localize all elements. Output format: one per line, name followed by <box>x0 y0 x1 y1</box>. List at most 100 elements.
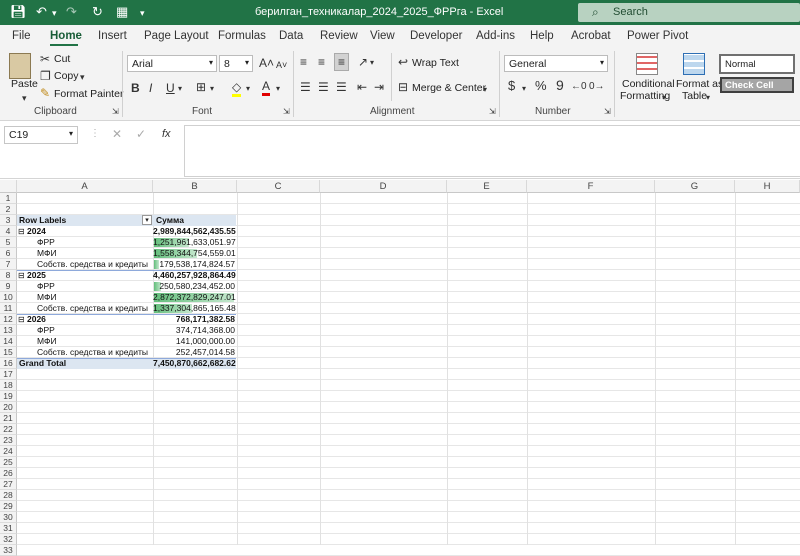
font-color-icon[interactable]: A <box>262 79 271 96</box>
quick-access-grid-icon[interactable]: ▦ <box>116 4 128 20</box>
row-header[interactable]: 14 <box>0 336 17 347</box>
merge-dropdown-icon[interactable]: ▾ <box>483 83 487 97</box>
align-center-icon[interactable]: ☰ <box>318 80 329 94</box>
row-header[interactable]: 2 <box>0 204 17 215</box>
tab-view[interactable]: View <box>370 30 395 42</box>
column-header-e[interactable]: E <box>447 180 527 193</box>
column-header-d[interactable]: D <box>320 180 447 193</box>
pivot-item-label[interactable]: ФРР <box>37 325 55 336</box>
fill-color-dropdown-icon[interactable]: ▾ <box>246 82 250 96</box>
row-header[interactable]: 4 <box>0 226 17 237</box>
row-header[interactable]: 3 <box>0 215 17 226</box>
copy-dropdown-icon[interactable]: ▾ <box>80 70 85 84</box>
pivot-item-label[interactable]: МФИ <box>37 336 57 347</box>
cancel-icon[interactable]: ✕ <box>112 127 122 141</box>
row-header[interactable]: 15 <box>0 347 17 358</box>
pivot-year-label[interactable]: 2024 <box>27 226 46 237</box>
underline-dropdown-icon[interactable]: ▾ <box>178 82 182 96</box>
column-header-f[interactable]: F <box>527 180 655 193</box>
tab-add-ins[interactable]: Add-ins <box>476 30 515 42</box>
redo-icon[interactable]: ↷ <box>66 4 77 20</box>
style-check-cell[interactable]: Check Cell <box>720 77 794 93</box>
underline-icon[interactable]: U <box>166 81 175 95</box>
tab-insert[interactable]: Insert <box>98 30 127 42</box>
pivot-item-label[interactable]: ФРР <box>37 237 55 248</box>
format-as-table-dropdown-icon[interactable]: ▾ <box>706 91 710 105</box>
tab-developer[interactable]: Developer <box>410 30 462 42</box>
row-header[interactable]: 33 <box>0 545 17 556</box>
cut-button[interactable]: Cut <box>54 53 70 65</box>
bottom-align-icon[interactable]: ≡ <box>334 53 350 71</box>
tab-power-pivot[interactable]: Power Pivot <box>627 30 688 42</box>
row-header[interactable]: 10 <box>0 292 17 303</box>
pivot-item-label[interactable]: ФРР <box>37 281 55 292</box>
font-launcher-icon[interactable]: ⇲ <box>283 105 290 119</box>
pivot-value[interactable]: 374,714,368.00 <box>153 325 235 336</box>
tab-formulas[interactable]: Formulas <box>218 30 266 42</box>
comma-style-icon[interactable]: 9 <box>556 78 564 92</box>
save-icon[interactable]: 💾︎ <box>10 4 27 20</box>
font-size-select[interactable]: 8 ▾ <box>219 55 253 72</box>
row-header[interactable]: 26 <box>0 468 17 479</box>
format-as-table-label-2[interactable]: Table <box>682 90 707 102</box>
decrease-decimal-icon[interactable]: 0→ <box>589 80 605 94</box>
middle-align-icon[interactable]: ≡ <box>318 55 325 69</box>
fill-color-icon[interactable]: ◇ <box>232 80 242 97</box>
row-header[interactable]: 20 <box>0 402 17 413</box>
row-header[interactable]: 19 <box>0 391 17 402</box>
decrease-indent-icon[interactable]: ⇤ <box>357 80 367 94</box>
merge-center-button[interactable]: Merge & Center <box>412 82 486 94</box>
align-left-icon[interactable]: ☰ <box>300 80 311 94</box>
increase-decimal-icon[interactable]: ←0 <box>571 80 587 94</box>
insert-function-icon[interactable]: fx <box>162 127 171 141</box>
conditional-formatting-icon[interactable] <box>636 53 658 75</box>
tab-data[interactable]: Data <box>279 30 303 42</box>
collapse-toggle-icon[interactable]: ⊟ <box>18 226 25 237</box>
row-header[interactable]: 27 <box>0 479 17 490</box>
font-color-dropdown-icon[interactable]: ▾ <box>276 82 280 96</box>
conditional-formatting-dropdown-icon[interactable]: ▾ <box>662 91 666 105</box>
pivot-value[interactable]: 768,171,382.58 <box>153 314 235 325</box>
row-header[interactable]: 5 <box>0 237 17 248</box>
style-normal[interactable]: Normal <box>719 54 795 74</box>
row-header[interactable]: 16 <box>0 358 17 369</box>
row-header[interactable]: 13 <box>0 325 17 336</box>
column-header-b[interactable]: B <box>153 180 237 193</box>
alignment-launcher-icon[interactable]: ⇲ <box>489 105 496 119</box>
pivot-year-label[interactable]: 2026 <box>27 314 46 325</box>
collapse-toggle-icon[interactable]: ⊟ <box>18 314 25 325</box>
tab-acrobat[interactable]: Acrobat <box>571 30 611 42</box>
row-header[interactable]: 1 <box>0 193 17 204</box>
row-header[interactable]: 12 <box>0 314 17 325</box>
tab-home[interactable]: Home <box>50 30 82 42</box>
pivot-value[interactable]: 252,457,014.58 <box>153 347 235 358</box>
collapse-toggle-icon[interactable]: ⊟ <box>18 270 25 281</box>
pivot-year-label[interactable]: 2025 <box>27 270 46 281</box>
pivot-value[interactable]: 1,337,304,865,165.48 <box>153 303 236 314</box>
number-format-select[interactable]: General ▾ <box>504 55 608 72</box>
format-painter-button[interactable]: Format Painter <box>54 88 123 100</box>
bold-icon[interactable]: B <box>131 81 140 95</box>
pivot-value[interactable]: 2,872,372,829,247.01 <box>153 292 236 303</box>
borders-dropdown-icon[interactable]: ▾ <box>210 82 214 96</box>
row-header[interactable]: 31 <box>0 523 17 534</box>
row-header[interactable]: 32 <box>0 534 17 545</box>
column-header-a[interactable]: A <box>17 180 153 193</box>
row-header[interactable]: 28 <box>0 490 17 501</box>
top-align-icon[interactable]: ≡ <box>300 55 307 69</box>
row-header[interactable]: 30 <box>0 512 17 523</box>
pivot-value[interactable]: 250,580,234,452.00 <box>153 281 235 292</box>
column-header-g[interactable]: G <box>655 180 735 193</box>
increase-indent-icon[interactable]: ⇥ <box>374 80 384 94</box>
column-header-h[interactable]: H <box>735 180 800 193</box>
pivot-item-label[interactable]: Собств. средства и кредиты <box>37 259 148 270</box>
pivot-value[interactable]: 1,558,344,754,559.01 <box>153 248 236 259</box>
increase-font-icon[interactable]: A˄ <box>259 56 274 70</box>
formula-input[interactable] <box>184 125 800 177</box>
customize-quick-access-icon[interactable]: ▾ <box>140 8 145 19</box>
decrease-font-icon[interactable]: A˅ <box>276 58 287 72</box>
pivot-row-labels-header[interactable]: Row Labels <box>19 215 66 226</box>
percent-icon[interactable]: % <box>535 79 547 93</box>
pivot-value[interactable]: 141,000,000.00 <box>153 336 235 347</box>
row-header[interactable]: 24 <box>0 446 17 457</box>
